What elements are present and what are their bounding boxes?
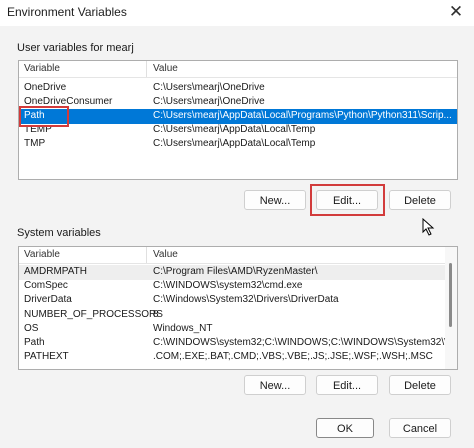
value-cell: C:\WINDOWS\system32\cmd.exe	[153, 280, 303, 291]
cancel-button[interactable]: Cancel	[389, 418, 451, 438]
value-cell: .COM;.EXE;.BAT;.CMD;.VBS;.VBE;.JS;.JSE;.…	[153, 351, 433, 362]
user-variables-list[interactable]: Variable Value OneDrive C:\Users\mearj\O…	[18, 60, 458, 180]
header-variable[interactable]: Variable	[24, 63, 60, 74]
variable-cell: Path	[24, 337, 45, 348]
user-variables-label: User variables for mearj	[17, 42, 134, 54]
table-row[interactable]: ComSpec C:\WINDOWS\system32\cmd.exe	[19, 279, 445, 294]
table-row[interactable]: PATHEXT .COM;.EXE;.BAT;.CMD;.VBS;.VBE;.J…	[19, 350, 445, 365]
header-value[interactable]: Value	[153, 63, 178, 74]
close-icon[interactable]: ✕	[446, 2, 466, 22]
variable-cell: AMDRMPATH	[24, 266, 87, 277]
variable-cell: OneDrive	[24, 82, 67, 93]
table-row-selected[interactable]: Path C:\Users\mearj\AppData\Local\Progra…	[19, 109, 457, 124]
value-cell: Windows_NT	[153, 323, 213, 334]
value-cell: C:\Program Files\AMD\RyzenMaster\	[153, 266, 318, 277]
variable-cell: TMP	[24, 138, 46, 149]
variable-cell: DriverData	[24, 294, 72, 305]
header-value[interactable]: Value	[153, 249, 178, 260]
user-new-button[interactable]: New...	[244, 190, 306, 210]
system-variables-list[interactable]: Variable Value AMDRMPATH C:\Program File…	[18, 246, 458, 370]
value-cell: C:\Users\mearj\AppData\Local\Programs\Py…	[153, 110, 452, 121]
edit-highlight-box	[310, 184, 385, 216]
user-variables-header: Variable Value	[19, 61, 457, 78]
table-row[interactable]: OneDriveConsumer C:\Users\mearj\OneDrive	[19, 95, 457, 110]
title-bar: Environment Variables ✕	[0, 0, 474, 26]
mouse-cursor-icon	[422, 218, 435, 236]
path-highlight-box	[19, 106, 69, 127]
table-row[interactable]: NUMBER_OF_PROCESSORS 8	[19, 308, 445, 323]
value-cell: C:\WINDOWS\system32;C:\WINDOWS;C:\WINDOW…	[153, 337, 458, 348]
value-cell: 8	[153, 309, 159, 320]
table-row[interactable]: OneDrive C:\Users\mearj\OneDrive	[19, 81, 457, 96]
variable-cell: OS	[24, 323, 39, 334]
table-row[interactable]: TEMP C:\Users\mearj\AppData\Local\Temp	[19, 123, 457, 138]
variable-cell: NUMBER_OF_PROCESSORS	[24, 309, 163, 320]
table-row[interactable]: TMP C:\Users\mearj\AppData\Local\Temp	[19, 137, 457, 152]
variable-cell: PATHEXT	[24, 351, 69, 362]
system-variables-label: System variables	[17, 227, 101, 239]
environment-variables-dialog: Environment Variables ✕ User variables f…	[0, 0, 474, 448]
value-cell: C:\Users\mearj\OneDrive	[153, 96, 265, 107]
variable-cell: ComSpec	[24, 280, 68, 291]
value-cell: C:\Windows\System32\Drivers\DriverData	[153, 294, 339, 305]
value-cell: C:\Users\mearj\AppData\Local\Temp	[153, 124, 316, 135]
table-row[interactable]: Path C:\WINDOWS\system32;C:\WINDOWS;C:\W…	[19, 336, 457, 351]
value-cell: C:\Users\mearj\OneDrive	[153, 82, 265, 93]
table-row[interactable]: OS Windows_NT	[19, 322, 445, 337]
scrollbar-thumb[interactable]	[449, 263, 452, 327]
system-variables-scrollbar[interactable]	[445, 247, 457, 369]
system-new-button[interactable]: New...	[244, 375, 306, 395]
ok-button[interactable]: OK	[316, 418, 374, 438]
window-title: Environment Variables	[7, 5, 127, 19]
system-variables-header: Variable Value	[19, 247, 457, 264]
system-edit-button[interactable]: Edit...	[316, 375, 378, 395]
user-delete-button[interactable]: Delete	[389, 190, 451, 210]
header-variable[interactable]: Variable	[24, 249, 60, 260]
value-cell: C:\Users\mearj\AppData\Local\Temp	[153, 138, 316, 149]
system-delete-button[interactable]: Delete	[389, 375, 451, 395]
table-row[interactable]: AMDRMPATH C:\Program Files\AMD\RyzenMast…	[19, 265, 445, 280]
table-row[interactable]: DriverData C:\Windows\System32\Drivers\D…	[19, 293, 445, 308]
